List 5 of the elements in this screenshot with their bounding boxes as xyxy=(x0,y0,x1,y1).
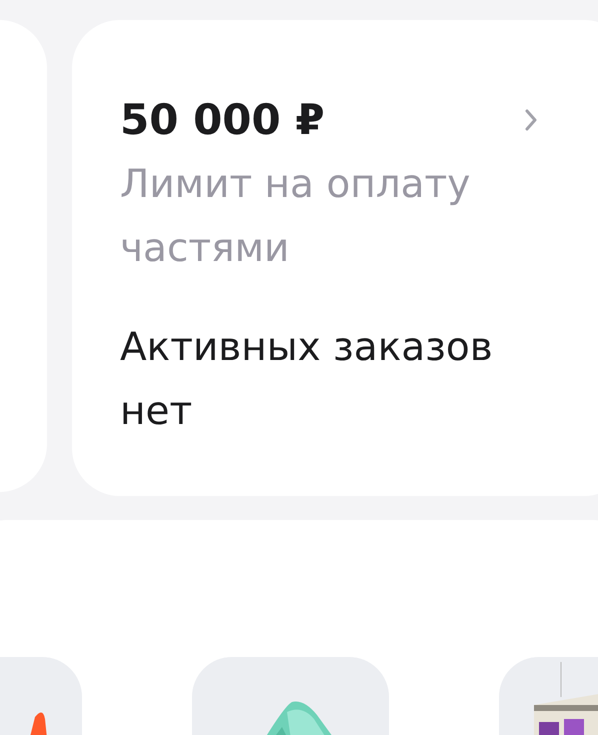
limit-caption: Лимит на оплату частями xyxy=(120,161,472,273)
chevron-right-icon xyxy=(524,108,538,132)
limit-amount: 50 000 ₽ xyxy=(120,94,325,146)
installment-limit-card[interactable]: 50 000 ₽ Лимит на оплату частями Активных заказов нет xyxy=(72,20,598,496)
orders-status: Активных заказов нет xyxy=(120,324,494,436)
